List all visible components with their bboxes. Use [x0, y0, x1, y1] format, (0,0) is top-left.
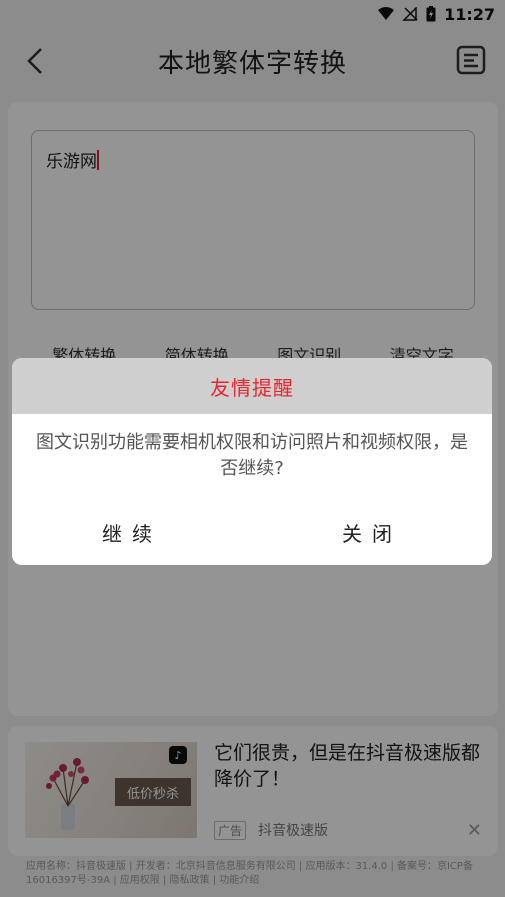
dialog-message: 图文识别功能需要相机权限和访问照片和视频权限，是否继续? — [36, 432, 468, 479]
permission-dialog: 友情提醒 图文识别功能需要相机权限和访问照片和视频权限，是否继续? 继续 关闭 — [12, 358, 492, 565]
screen: 11:27 本地繁体字转换 乐游网 繁体转换 简体转换 图文识别 清空文字 ♪ … — [0, 0, 505, 897]
continue-button[interactable]: 继续 — [72, 518, 192, 547]
dialog-title: 友情提醒 — [12, 358, 492, 414]
close-button[interactable]: 关闭 — [312, 518, 432, 547]
dialog-buttons: 继续 关闭 — [12, 515, 492, 549]
